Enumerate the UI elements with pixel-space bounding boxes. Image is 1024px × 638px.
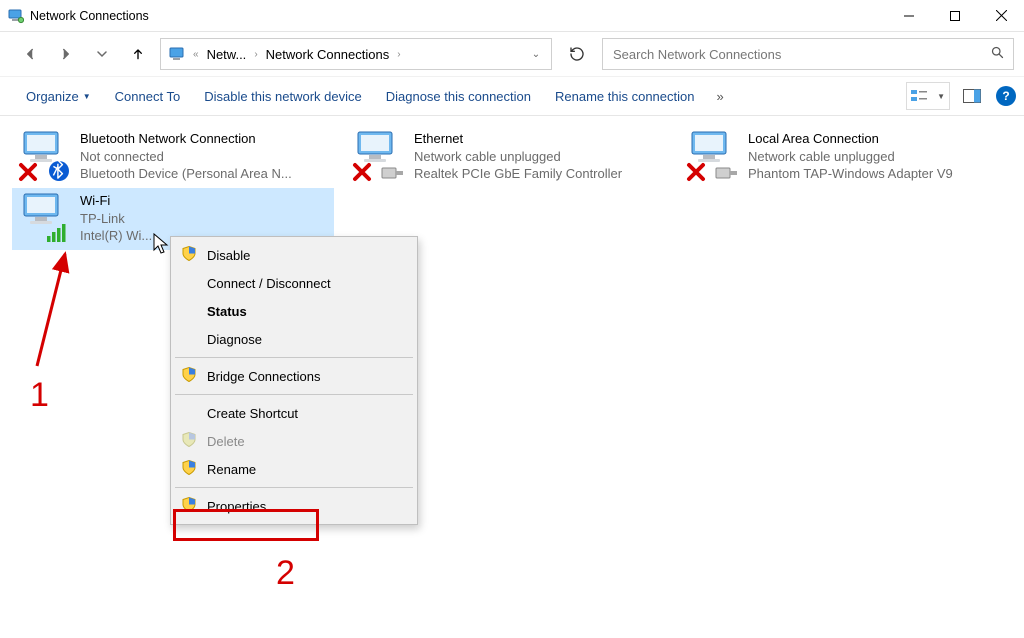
connection-icon xyxy=(352,130,404,182)
disable-device-button[interactable]: Disable this network device xyxy=(192,85,374,108)
maximize-button[interactable] xyxy=(932,0,978,32)
nav-row: « Netw... › Network Connections › ⌄ Sear… xyxy=(0,32,1024,76)
ctx-create-shortcut[interactable]: Create Shortcut xyxy=(173,399,415,427)
connection-tile-ethernet[interactable]: Ethernet Network cable unplugged Realtek… xyxy=(346,126,668,188)
toolbar-overflow-button[interactable]: » xyxy=(706,89,733,104)
content-area: Bluetooth Network Connection Not connect… xyxy=(0,116,1024,638)
ctx-label: Status xyxy=(207,304,247,319)
connect-to-button[interactable]: Connect To xyxy=(103,85,193,108)
breadcrumb-segment[interactable]: Network Connections xyxy=(260,47,396,62)
annotation-number-2: 2 xyxy=(276,554,295,593)
breadcrumb-segment[interactable]: Netw... xyxy=(201,47,253,62)
ctx-diagnose[interactable]: Diagnose xyxy=(173,325,415,353)
up-button[interactable] xyxy=(124,40,152,68)
window-title: Network Connections xyxy=(30,9,149,23)
disconnected-x-icon xyxy=(352,162,372,182)
forward-button[interactable] xyxy=(52,40,80,68)
ctx-status[interactable]: Status xyxy=(173,297,415,325)
disconnected-x-icon xyxy=(686,162,706,182)
connection-device: Intel(R) Wi... xyxy=(80,227,152,245)
disconnected-x-icon xyxy=(18,162,38,182)
ctx-label: Properties xyxy=(207,499,266,514)
recent-locations-button[interactable] xyxy=(88,40,116,68)
help-button[interactable]: ? xyxy=(996,86,1016,106)
ctx-label: Diagnose xyxy=(207,332,262,347)
ctx-label: Delete xyxy=(207,434,245,449)
search-icon[interactable] xyxy=(990,45,1005,63)
ctx-connect-disconnect[interactable]: Connect / Disconnect xyxy=(173,269,415,297)
close-button[interactable] xyxy=(978,0,1024,32)
context-menu: Disable Connect / Disconnect Status Diag… xyxy=(170,236,418,525)
search-placeholder: Search Network Connections xyxy=(611,47,990,62)
connection-tile-bluetooth[interactable]: Bluetooth Network Connection Not connect… xyxy=(12,126,334,188)
address-dropdown-button[interactable]: ⌄ xyxy=(525,49,547,60)
connection-name: Wi-Fi xyxy=(80,192,152,210)
connection-device: Bluetooth Device (Personal Area N... xyxy=(80,165,292,183)
titlebar: Network Connections xyxy=(0,0,1024,32)
ctx-label: Disable xyxy=(207,248,250,263)
ctx-delete: Delete xyxy=(173,427,415,455)
connection-icon xyxy=(686,130,738,182)
ctx-bridge-connections[interactable]: Bridge Connections xyxy=(173,362,415,390)
window-controls xyxy=(886,0,1024,32)
menu-separator xyxy=(175,487,413,488)
ctx-disable[interactable]: Disable xyxy=(173,241,415,269)
connection-tile-lan[interactable]: Local Area Connection Network cable unpl… xyxy=(680,126,1002,188)
command-toolbar: Organize ▼ Connect To Disable this netwo… xyxy=(0,76,1024,116)
organize-menu[interactable]: Organize ▼ xyxy=(14,85,103,108)
connection-icon xyxy=(18,130,70,182)
chevron-right-icon[interactable]: › xyxy=(254,49,257,60)
connection-status: TP-Link xyxy=(80,210,152,228)
uac-shield-icon xyxy=(181,246,197,265)
view-options-button[interactable]: ▼ xyxy=(906,82,950,110)
minimize-button[interactable] xyxy=(886,0,932,32)
uac-shield-icon xyxy=(181,367,197,386)
connection-device: Realtek PCIe GbE Family Controller xyxy=(414,165,622,183)
ctx-label: Create Shortcut xyxy=(207,406,298,421)
connection-name: Local Area Connection xyxy=(748,130,953,148)
ctx-properties[interactable]: Properties xyxy=(173,492,415,520)
chevron-right-icon[interactable]: › xyxy=(397,49,400,60)
ethernet-plug-icon xyxy=(714,164,738,182)
uac-shield-icon xyxy=(181,497,197,516)
back-button[interactable] xyxy=(16,40,44,68)
refresh-button[interactable] xyxy=(560,38,594,70)
ctx-label: Connect / Disconnect xyxy=(207,276,331,291)
diagnose-connection-button[interactable]: Diagnose this connection xyxy=(374,85,543,108)
connection-name: Bluetooth Network Connection xyxy=(80,130,292,148)
ctx-rename[interactable]: Rename xyxy=(173,455,415,483)
breadcrumb-chevron-icon[interactable]: « xyxy=(193,49,199,60)
ctx-label: Rename xyxy=(207,462,256,477)
connection-icon xyxy=(18,192,70,244)
uac-shield-icon xyxy=(181,432,197,451)
menu-separator xyxy=(175,357,413,358)
location-icon xyxy=(169,45,187,63)
connection-status: Not connected xyxy=(80,148,292,166)
preview-pane-button[interactable] xyxy=(958,82,986,110)
connection-name: Ethernet xyxy=(414,130,622,148)
app-icon xyxy=(8,8,24,24)
chevron-down-icon: ▼ xyxy=(937,92,945,101)
wifi-signal-icon xyxy=(46,222,70,244)
address-bar[interactable]: « Netw... › Network Connections › ⌄ xyxy=(160,38,552,70)
connection-status: Network cable unplugged xyxy=(748,148,953,166)
annotation-number-1: 1 xyxy=(30,376,49,415)
ctx-label: Bridge Connections xyxy=(207,369,320,384)
rename-connection-button[interactable]: Rename this connection xyxy=(543,85,706,108)
search-input[interactable]: Search Network Connections xyxy=(602,38,1014,70)
chevron-down-icon: ▼ xyxy=(83,92,91,101)
ethernet-plug-icon xyxy=(380,164,404,182)
connection-grid: Bluetooth Network Connection Not connect… xyxy=(12,126,1012,250)
organize-label: Organize xyxy=(26,89,79,104)
connection-device: Phantom TAP-Windows Adapter V9 xyxy=(748,165,953,183)
connection-status: Network cable unplugged xyxy=(414,148,622,166)
uac-shield-icon xyxy=(181,460,197,479)
bluetooth-icon xyxy=(48,160,70,182)
menu-separator xyxy=(175,394,413,395)
